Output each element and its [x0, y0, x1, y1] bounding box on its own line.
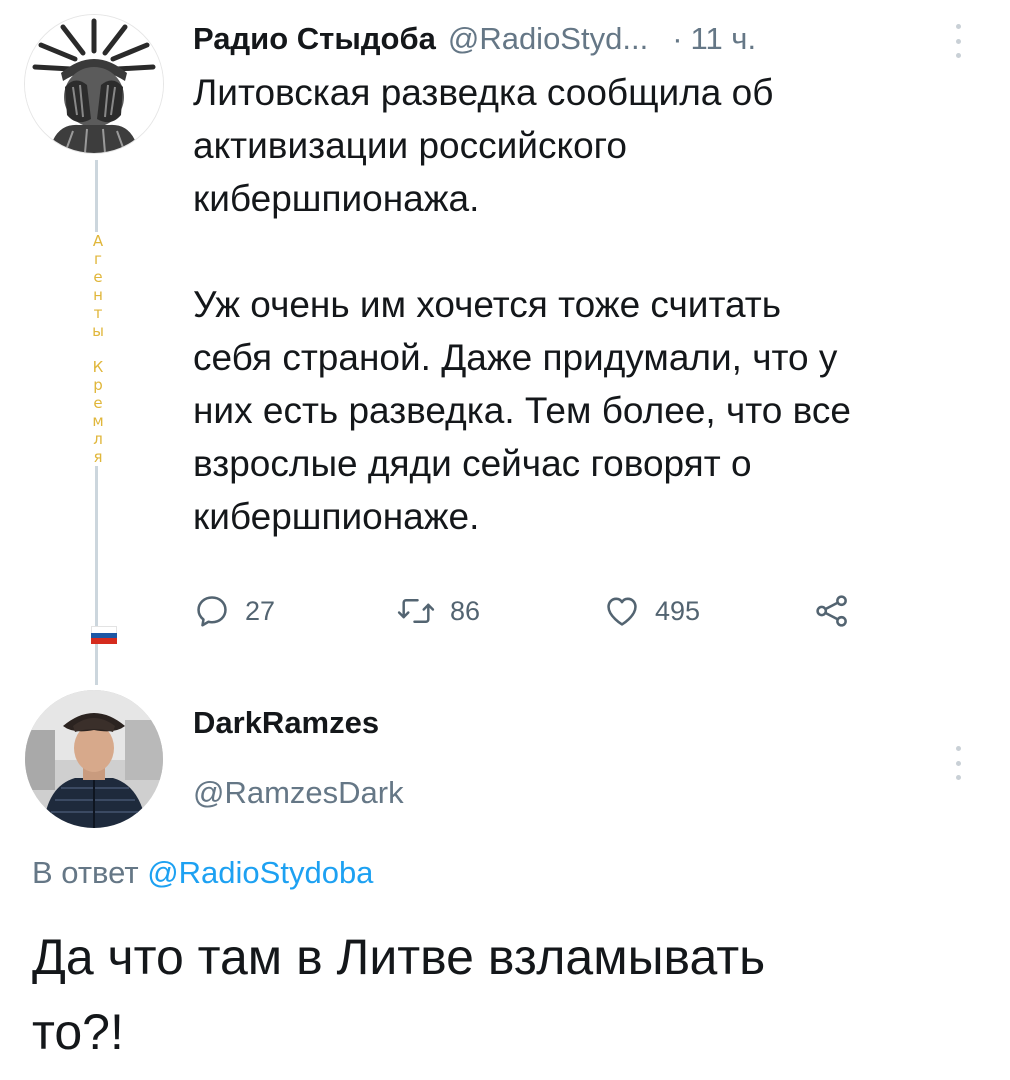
ellipsis-dot	[955, 53, 961, 58]
reply-tweet-text: Да что там в Литве взламывать то?!	[32, 929, 766, 1060]
heart-icon	[607, 597, 637, 626]
reply-count: 27	[245, 595, 276, 626]
more-options-icon[interactable]	[950, 24, 966, 58]
side-label-char: К	[92, 358, 104, 376]
side-label-char: е	[93, 268, 103, 286]
russian-flag-icon	[91, 626, 117, 645]
reply-author-name[interactable]: DarkRamzes	[193, 705, 379, 741]
share-icon	[816, 595, 847, 627]
side-label-char: я	[93, 448, 103, 466]
side-vertical-label: А г е н т ы К р е м л я	[88, 232, 108, 466]
ellipsis-dot	[955, 746, 961, 751]
reply-icon	[197, 596, 227, 627]
ellipsis-dot	[955, 760, 961, 766]
reply-prefix: В ответ	[32, 855, 139, 890]
side-label-char: ы	[92, 322, 104, 340]
side-label-char: А	[92, 232, 104, 250]
tweet-text: Литовская разведка сообщила об активизац…	[193, 72, 851, 537]
side-label-char: м	[92, 412, 104, 430]
ellipsis-dot	[955, 775, 961, 780]
tweet-header: Радио Стыдоба @RadioStyd... · 11 ч.	[193, 18, 756, 60]
reply-mention-link[interactable]: @RadioStydoba	[147, 855, 373, 890]
header-separator: ·	[672, 21, 683, 56]
retweet-button[interactable]: 86	[396, 588, 480, 634]
side-label-char: т	[93, 304, 103, 322]
author-handle[interactable]: @RadioStyd...	[448, 21, 648, 57]
reply-button[interactable]: 27	[193, 588, 275, 634]
side-label-char: г	[94, 250, 102, 268]
like-count: 495	[655, 595, 701, 626]
ellipsis-dot	[955, 24, 961, 29]
retweet-count: 86	[450, 595, 481, 626]
side-label-char: л	[93, 430, 103, 448]
share-button[interactable]	[813, 588, 851, 634]
retweet-icon	[397, 599, 435, 624]
tweet-actions-bar: 27 86 495	[193, 588, 893, 634]
ellipsis-dot	[955, 38, 961, 44]
more-options-icon[interactable]	[950, 746, 966, 780]
side-label-char: е	[93, 394, 103, 412]
side-label-char: р	[93, 376, 103, 394]
man-with-tricorn-hat-avatar	[25, 690, 163, 828]
reply-author-avatar[interactable]	[25, 690, 163, 828]
reply-context: В ответ @RadioStydoba	[32, 855, 373, 891]
author-name[interactable]: Радио Стыдоба	[193, 21, 436, 57]
side-label-char: н	[93, 286, 103, 304]
tweet-timestamp[interactable]: 11 ч.	[691, 21, 757, 57]
reply-author-handle[interactable]: @RamzesDark	[193, 775, 404, 811]
statue-of-liberty-facepalm-avatar	[25, 15, 163, 153]
author-avatar[interactable]	[25, 15, 163, 153]
like-button[interactable]: 495	[603, 588, 700, 634]
